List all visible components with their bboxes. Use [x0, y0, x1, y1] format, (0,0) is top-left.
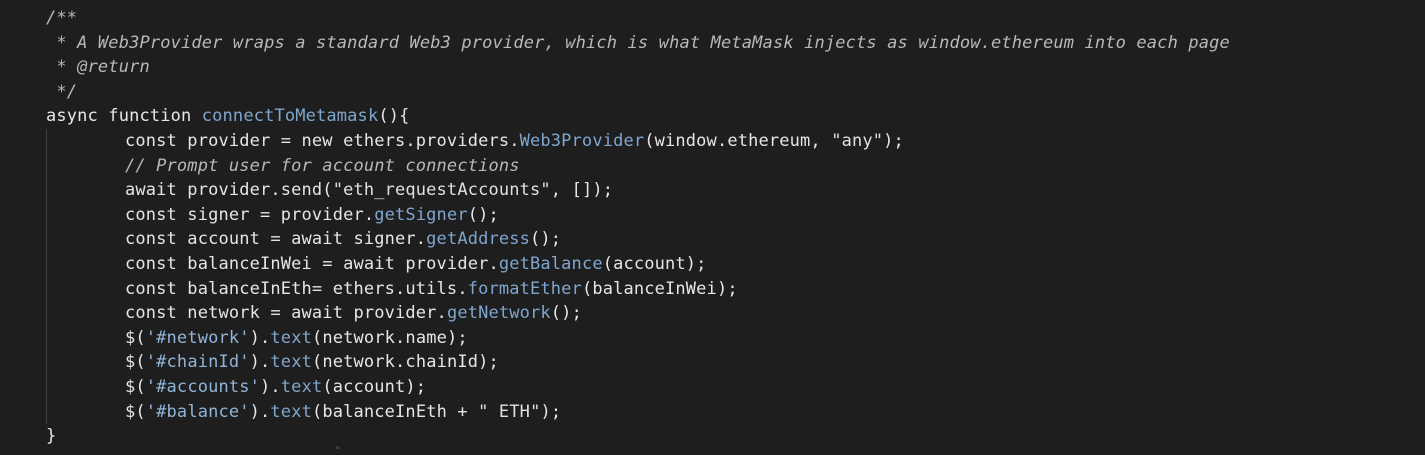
code-token: , []); — [550, 180, 614, 201]
code-token: "any" — [831, 130, 884, 151]
code-token: */ — [46, 81, 78, 102]
code-token: ). — [249, 352, 271, 373]
code-token: // Prompt user for account connections — [125, 155, 520, 176]
code-token: text — [270, 327, 312, 348]
indent-guide — [46, 128, 125, 154]
code-token: getSigner — [374, 204, 468, 225]
code-token: (){ — [378, 106, 410, 127]
code-token: text — [270, 352, 312, 373]
indent-guide — [46, 350, 125, 375]
code-token: text — [270, 401, 312, 422]
code-token: getNetwork — [446, 303, 551, 324]
code-token: (window.ethereum, — [644, 130, 832, 151]
code-token: const balanceInWei = await provider. — [125, 253, 499, 274]
code-token: $( — [125, 376, 146, 397]
code-token: getAddress — [426, 229, 531, 250]
code-line[interactable]: await provider.send("eth_requestAccounts… — [46, 178, 1230, 203]
code-token: (account); — [602, 253, 707, 274]
code-token: const provider = new ethers.providers. — [125, 130, 520, 151]
code-token: getBalance — [498, 253, 603, 274]
code-editor[interactable]: /** * A Web3Provider wraps a standard We… — [0, 0, 1425, 455]
code-token: ). — [249, 401, 271, 422]
indent-guide — [46, 301, 125, 326]
code-token: '#chainId' — [145, 352, 250, 373]
code-token: (network.chainId); — [311, 352, 499, 373]
indent-guide — [46, 178, 125, 203]
indent-guide — [46, 374, 125, 400]
code-line[interactable]: const provider = new ethers.providers.We… — [46, 128, 1230, 154]
code-token: Web3Provider — [519, 130, 645, 151]
code-token: await provider.send( — [125, 180, 333, 201]
code-line[interactable]: */ — [46, 80, 1230, 105]
code-line[interactable]: const account = await signer.getAddress(… — [46, 227, 1230, 252]
code-line[interactable]: $('#chainId').text(network.chainId); — [46, 350, 1230, 375]
code-token: async function — [46, 106, 202, 127]
code-token: (balanceInWei); — [581, 278, 738, 299]
code-token: (); — [467, 204, 499, 225]
indent-guide — [46, 399, 125, 425]
code-line[interactable]: * A Web3Provider wraps a standard Web3 p… — [46, 31, 1230, 56]
code-token: ); — [540, 401, 562, 422]
code-token: ); — [883, 130, 904, 151]
code-line[interactable]: $('#balance').text(balanceInEth + " ETH"… — [46, 399, 1230, 425]
code-line[interactable]: const signer = provider.getSigner(); — [46, 202, 1230, 228]
code-line[interactable]: /** — [46, 6, 1230, 31]
code-line[interactable]: const balanceInEth= ethers.utils.formatE… — [46, 276, 1230, 302]
code-token: connectToMetamask — [201, 106, 379, 127]
code-token: } — [46, 426, 57, 447]
code-token: (network.name); — [311, 327, 468, 348]
indent-guide — [46, 325, 125, 351]
code-line[interactable]: async function connectToMetamask(){ — [46, 104, 1230, 129]
indent-guide — [46, 276, 125, 302]
code-line[interactable]: const balanceInWei = await provider.getB… — [46, 251, 1230, 277]
code-token: '#network' — [145, 327, 250, 348]
code-token: ). — [249, 327, 271, 348]
code-token: (account); — [322, 376, 427, 397]
code-token: formatEther — [467, 278, 582, 299]
code-token: '#balance' — [145, 401, 250, 422]
code-token: ). — [260, 376, 281, 397]
indent-guide — [46, 202, 125, 228]
code-token: /** — [46, 8, 78, 28]
code-line[interactable]: $('#network').text(network.name); — [46, 325, 1230, 351]
code-token: $( — [125, 327, 146, 348]
code-token: (); — [530, 229, 562, 250]
code-token: * A Web3Provider wraps a standard Web3 p… — [46, 32, 1230, 53]
code-line[interactable]: const network = await provider.getNetwor… — [46, 301, 1230, 326]
code-token: const signer = provider. — [125, 204, 375, 225]
code-line[interactable]: } — [46, 424, 1230, 449]
code-token: const balanceInEth= ethers.utils. — [125, 278, 468, 299]
code-token: $( — [125, 401, 146, 422]
code-token: const account = await signer. — [125, 229, 427, 250]
code-token: $( — [125, 352, 146, 373]
code-line[interactable]: $('#accounts').text(account); — [46, 374, 1230, 400]
code-token: text — [280, 376, 323, 397]
indent-guide — [46, 153, 125, 179]
code-area[interactable]: /** * A Web3Provider wraps a standard We… — [46, 6, 1230, 449]
code-token: " ETH" — [478, 401, 541, 422]
indent-guide — [46, 251, 125, 277]
code-token: const network = await provider. — [125, 303, 447, 324]
indent-guide — [46, 227, 125, 252]
code-token: "eth_requestAccounts" — [332, 180, 551, 201]
code-token: '#accounts' — [145, 376, 261, 397]
code-token: (); — [550, 303, 582, 324]
code-line[interactable]: * @return — [46, 55, 1230, 80]
cursor-mark: '' — [335, 446, 340, 455]
code-token: * @return — [46, 57, 150, 78]
code-token: (balanceInEth + — [311, 401, 479, 422]
code-line[interactable]: // Prompt user for account connections — [46, 153, 1230, 179]
